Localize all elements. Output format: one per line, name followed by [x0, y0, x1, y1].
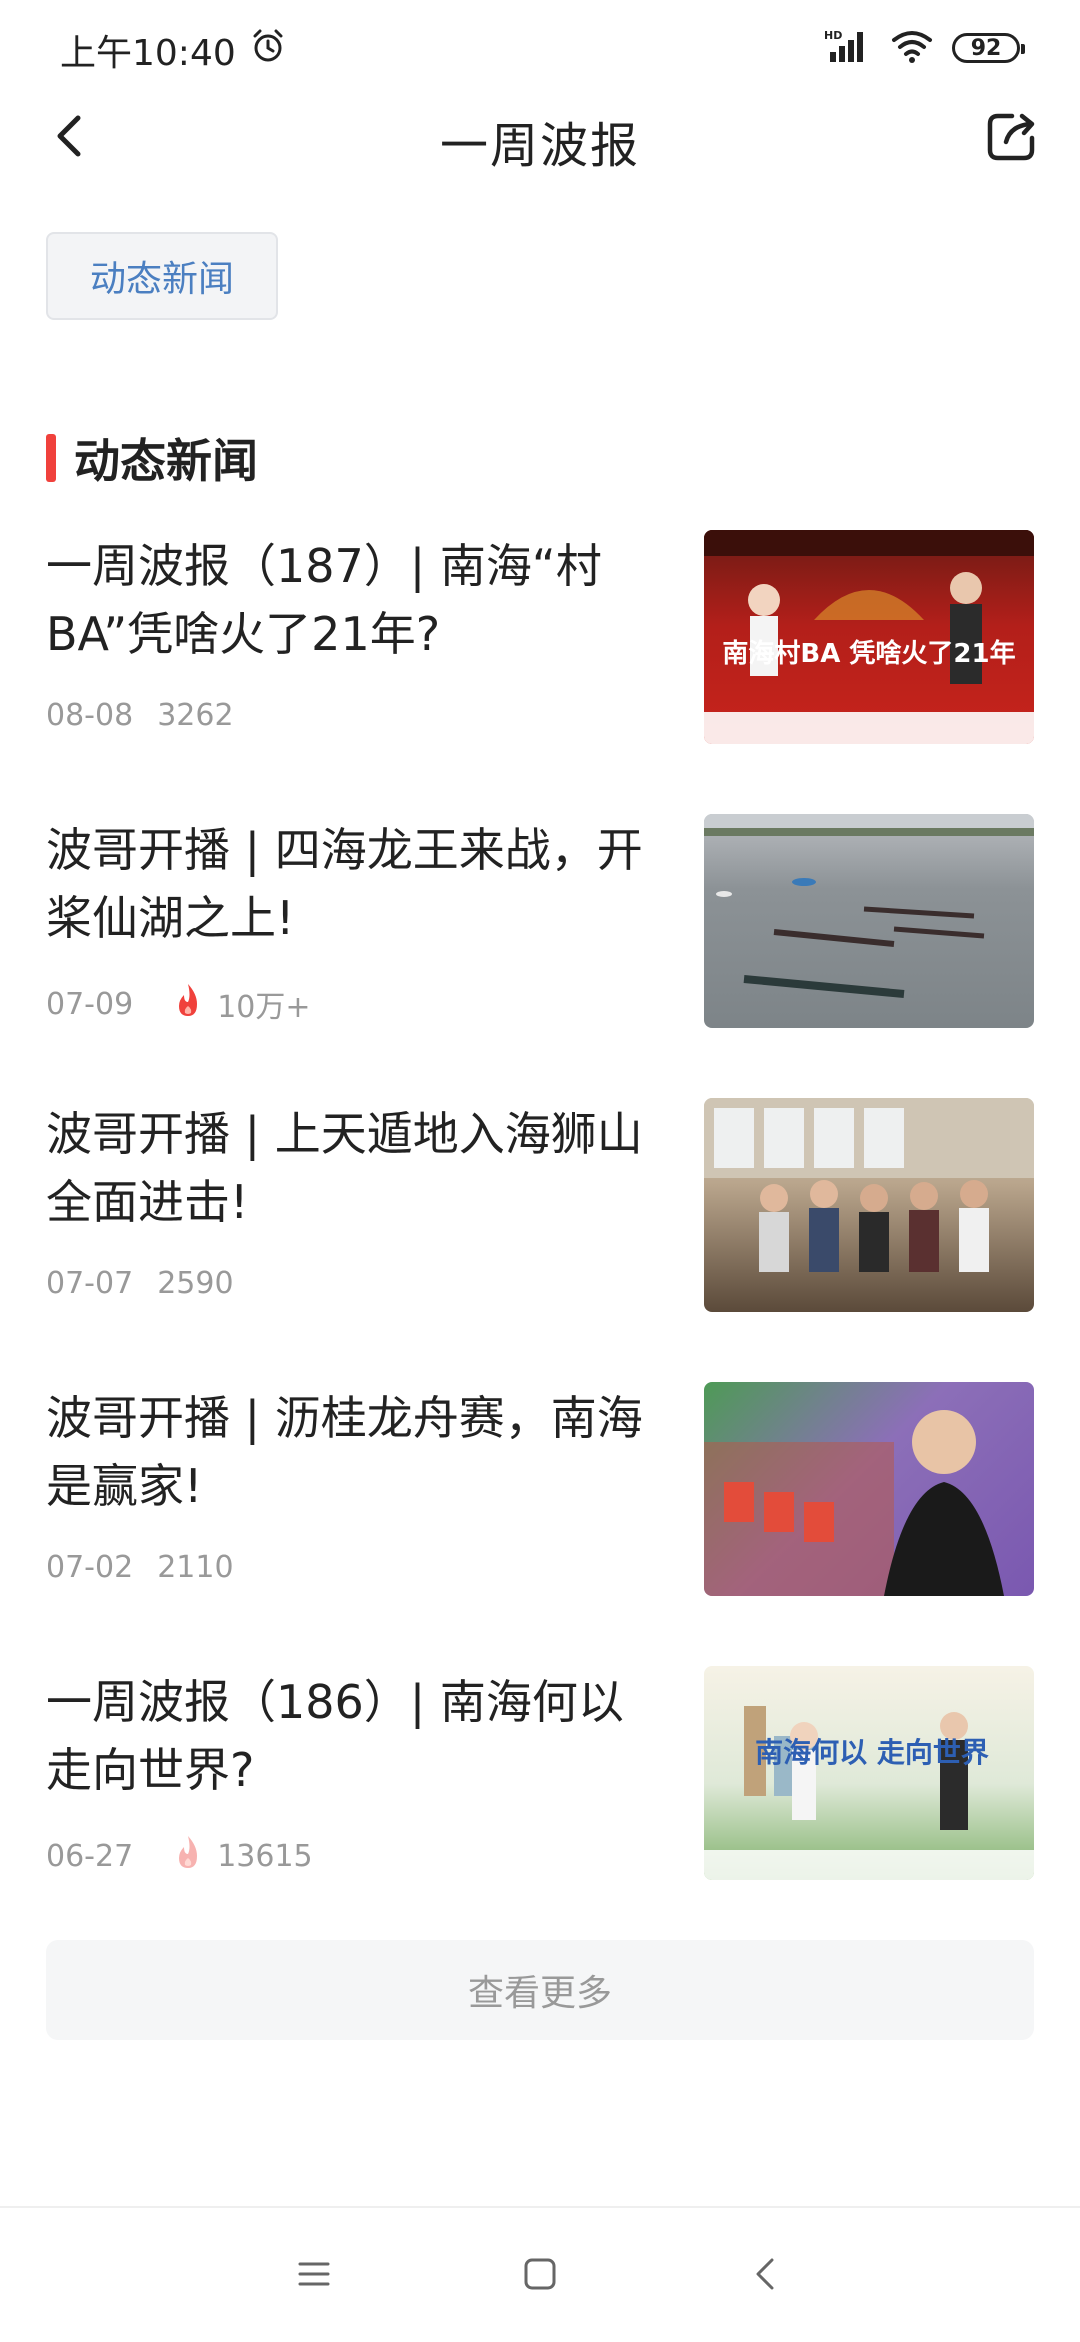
alarm-icon: [250, 28, 286, 73]
news-date: 07-07: [46, 1266, 134, 1301]
news-title: 一周波报（187）| 南海“村BA”凭啥火了21年?: [46, 539, 602, 661]
news-list: 一周波报（187）| 南海“村BA”凭啥火了21年? 08-08 3262 南海…: [0, 524, 1080, 1944]
svg-text:HD: HD: [824, 29, 842, 42]
news-title: 一周波报（186）| 南海何以走向世界?: [46, 1675, 624, 1797]
news-title: 波哥开播 | 沥桂龙舟赛，南海是赢家!: [46, 1391, 643, 1513]
hot-count: 10万+: [173, 982, 311, 1026]
hot-count: 13615: [173, 1834, 313, 1878]
news-item[interactable]: 波哥开播 | 四海龙王来战，开桨仙湖之上! 07-09 10万+: [0, 808, 1080, 1092]
status-bar: 上午10:40 HD 92: [0, 0, 1080, 96]
share-button[interactable]: [980, 106, 1044, 170]
news-meta: 06-27 13615: [46, 1834, 313, 1878]
back-nav-button[interactable]: [736, 2246, 796, 2306]
battery-icon: 92: [952, 33, 1025, 63]
menu-icon: [294, 2254, 334, 2298]
news-title: 波哥开播 | 上天遁地入海狮山全面进击!: [46, 1107, 643, 1229]
recent-apps-button[interactable]: [284, 2246, 344, 2306]
news-thumbnail: [704, 1382, 1034, 1596]
tag-chip-dynamic-news[interactable]: 动态新闻: [46, 232, 278, 320]
load-more-button[interactable]: 查看更多: [46, 1940, 1034, 2040]
thumb-caption: 南海村BA 凭啥火了21年: [722, 638, 1015, 669]
news-item[interactable]: 一周波报（187）| 南海“村BA”凭啥火了21年? 08-08 3262 南海…: [0, 524, 1080, 808]
fire-icon: [173, 982, 203, 1026]
news-item[interactable]: 波哥开播 | 沥桂龙舟赛，南海是赢家! 07-02 2110: [0, 1376, 1080, 1660]
page-title: 一周波报: [439, 118, 640, 174]
status-time: 上午10:40: [60, 33, 236, 74]
news-meta: 07-09 10万+: [46, 982, 311, 1026]
header: 一周波报: [0, 96, 1080, 180]
news-thumbnail: [704, 814, 1034, 1028]
system-nav-bar: [0, 2206, 1080, 2342]
fire-icon: [173, 1834, 203, 1878]
news-thumbnail: 南海村BA 凭啥火了21年: [704, 530, 1034, 744]
section-title: 动态新闻: [74, 434, 258, 488]
news-item[interactable]: 波哥开播 | 上天遁地入海狮山全面进击! 07-07 2590: [0, 1092, 1080, 1376]
home-square-icon: [520, 2254, 560, 2298]
status-icons: HD 92: [824, 28, 1025, 68]
news-date: 08-08: [46, 698, 134, 733]
section-header: 动态新闻: [46, 428, 258, 488]
share-icon: [984, 108, 1040, 168]
news-meta: 08-08 3262: [46, 698, 234, 733]
status-time-group: 上午10:40: [60, 24, 286, 76]
news-view-count: 2590: [157, 1266, 234, 1301]
news-meta: 07-02 2110: [46, 1550, 234, 1585]
section-accent-bar: [46, 434, 56, 482]
home-button[interactable]: [510, 2246, 570, 2306]
news-date: 06-27: [46, 1838, 134, 1874]
news-date: 07-02: [46, 1550, 134, 1585]
news-thumbnail: [704, 1098, 1034, 1312]
news-view-count: 3262: [157, 698, 234, 733]
news-view-count: 2110: [157, 1550, 234, 1585]
news-meta: 07-07 2590: [46, 1266, 234, 1301]
news-hot-count: 10万+: [217, 990, 311, 1025]
hd-signal-icon: HD: [824, 28, 872, 68]
wifi-icon: [890, 28, 934, 68]
news-thumbnail: 南海何以 走向世界: [704, 1666, 1034, 1880]
thumb-caption: 南海何以 走向世界: [755, 1736, 989, 1769]
news-item[interactable]: 一周波报（186）| 南海何以走向世界? 06-27 13615 南海何以 走向…: [0, 1660, 1080, 1944]
news-date: 07-09: [46, 986, 134, 1022]
back-triangle-icon: [746, 2254, 786, 2298]
news-title: 波哥开播 | 四海龙王来战，开桨仙湖之上!: [46, 823, 643, 945]
news-hot-count: 13615: [217, 1838, 313, 1874]
